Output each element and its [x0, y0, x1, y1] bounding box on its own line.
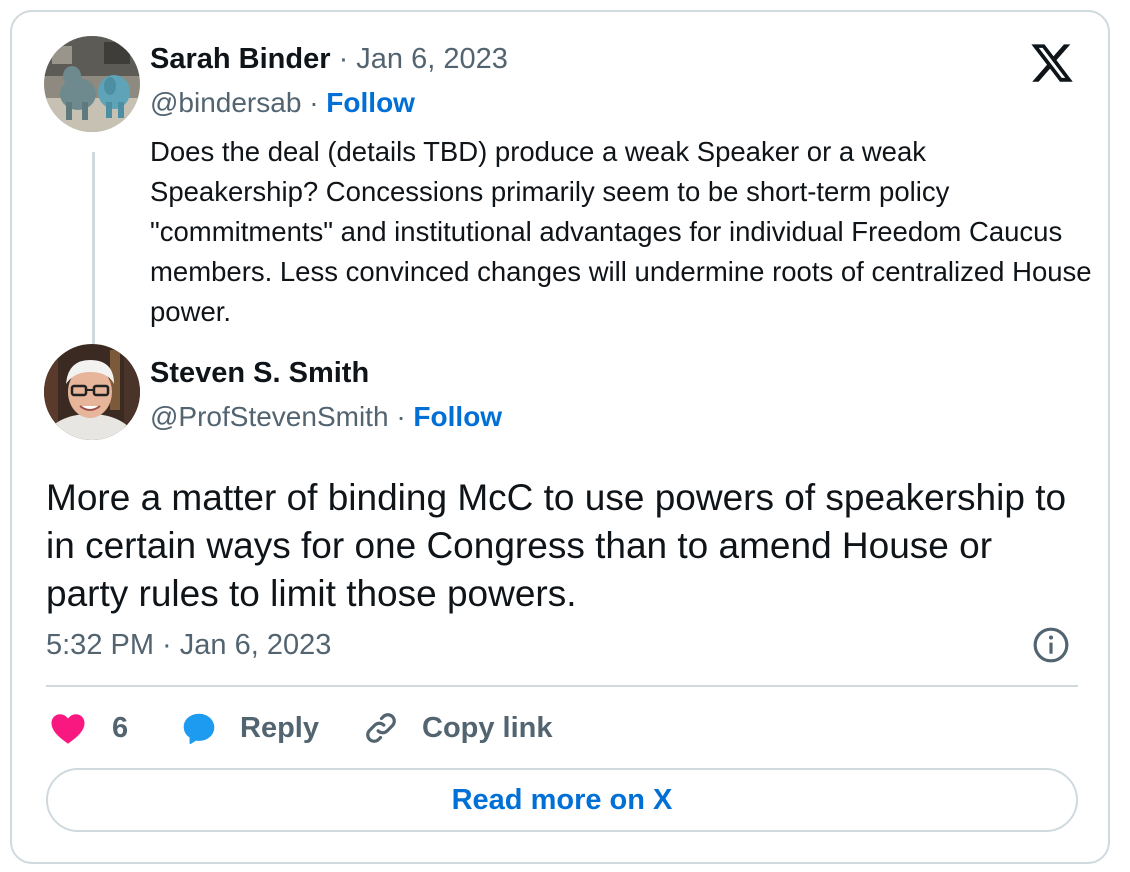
quoted-handle-row: @bindersab · Follow: [150, 86, 415, 120]
avatar-sarah-binder[interactable]: [44, 36, 140, 132]
heart-icon: [51, 714, 85, 744]
separator-dot: ·: [396, 401, 414, 432]
quoted-author-row: Sarah Binder · Jan 6, 2023: [150, 42, 508, 76]
thread-connector-line: [92, 152, 95, 348]
quoted-author-name[interactable]: Sarah Binder: [150, 43, 331, 75]
x-logo-icon[interactable]: [1028, 40, 1076, 86]
link-icon: [366, 713, 396, 743]
copy-link-label: Copy link: [422, 711, 553, 744]
read-more-label: Read more on X: [451, 783, 673, 816]
like-count: 6: [112, 711, 129, 744]
read-more-button[interactable]: Read more on X: [46, 768, 1078, 832]
reply-button[interactable]: Reply: [180, 708, 319, 748]
avatar-steven-smith[interactable]: [44, 344, 140, 440]
divider: [46, 685, 1078, 687]
quoted-date[interactable]: Jan 6, 2023: [356, 43, 508, 75]
reply-author-row: Steven S. Smith: [150, 356, 369, 390]
quoted-tweet-text: Does the deal (details TBD) produce a we…: [150, 136, 1092, 327]
speech-bubble-icon: [183, 713, 215, 745]
reply-handle-row: @ProfStevenSmith · Follow: [150, 400, 502, 434]
reply-label: Reply: [240, 711, 319, 744]
copy-link-button[interactable]: Copy link: [362, 708, 553, 748]
reply-author-name[interactable]: Steven S. Smith: [150, 357, 369, 389]
follow-button-steven[interactable]: Follow: [413, 401, 502, 432]
separator-dot: ·: [338, 43, 357, 75]
tweet-timestamp[interactable]: 5:32 PM · Jan 6, 2023: [46, 628, 331, 662]
info-icon[interactable]: [1032, 626, 1070, 664]
tweet-embed-card: Sarah Binder · Jan 6, 2023 @bindersab · …: [10, 10, 1110, 864]
separator-dot: ·: [309, 87, 327, 118]
main-tweet-text: More a matter of binding McC to use powe…: [46, 477, 1067, 614]
reply-handle[interactable]: @ProfStevenSmith: [150, 401, 389, 432]
follow-button-sarah[interactable]: Follow: [326, 87, 415, 118]
quoted-handle[interactable]: @bindersab: [150, 87, 301, 118]
like-button[interactable]: 6: [50, 708, 128, 748]
